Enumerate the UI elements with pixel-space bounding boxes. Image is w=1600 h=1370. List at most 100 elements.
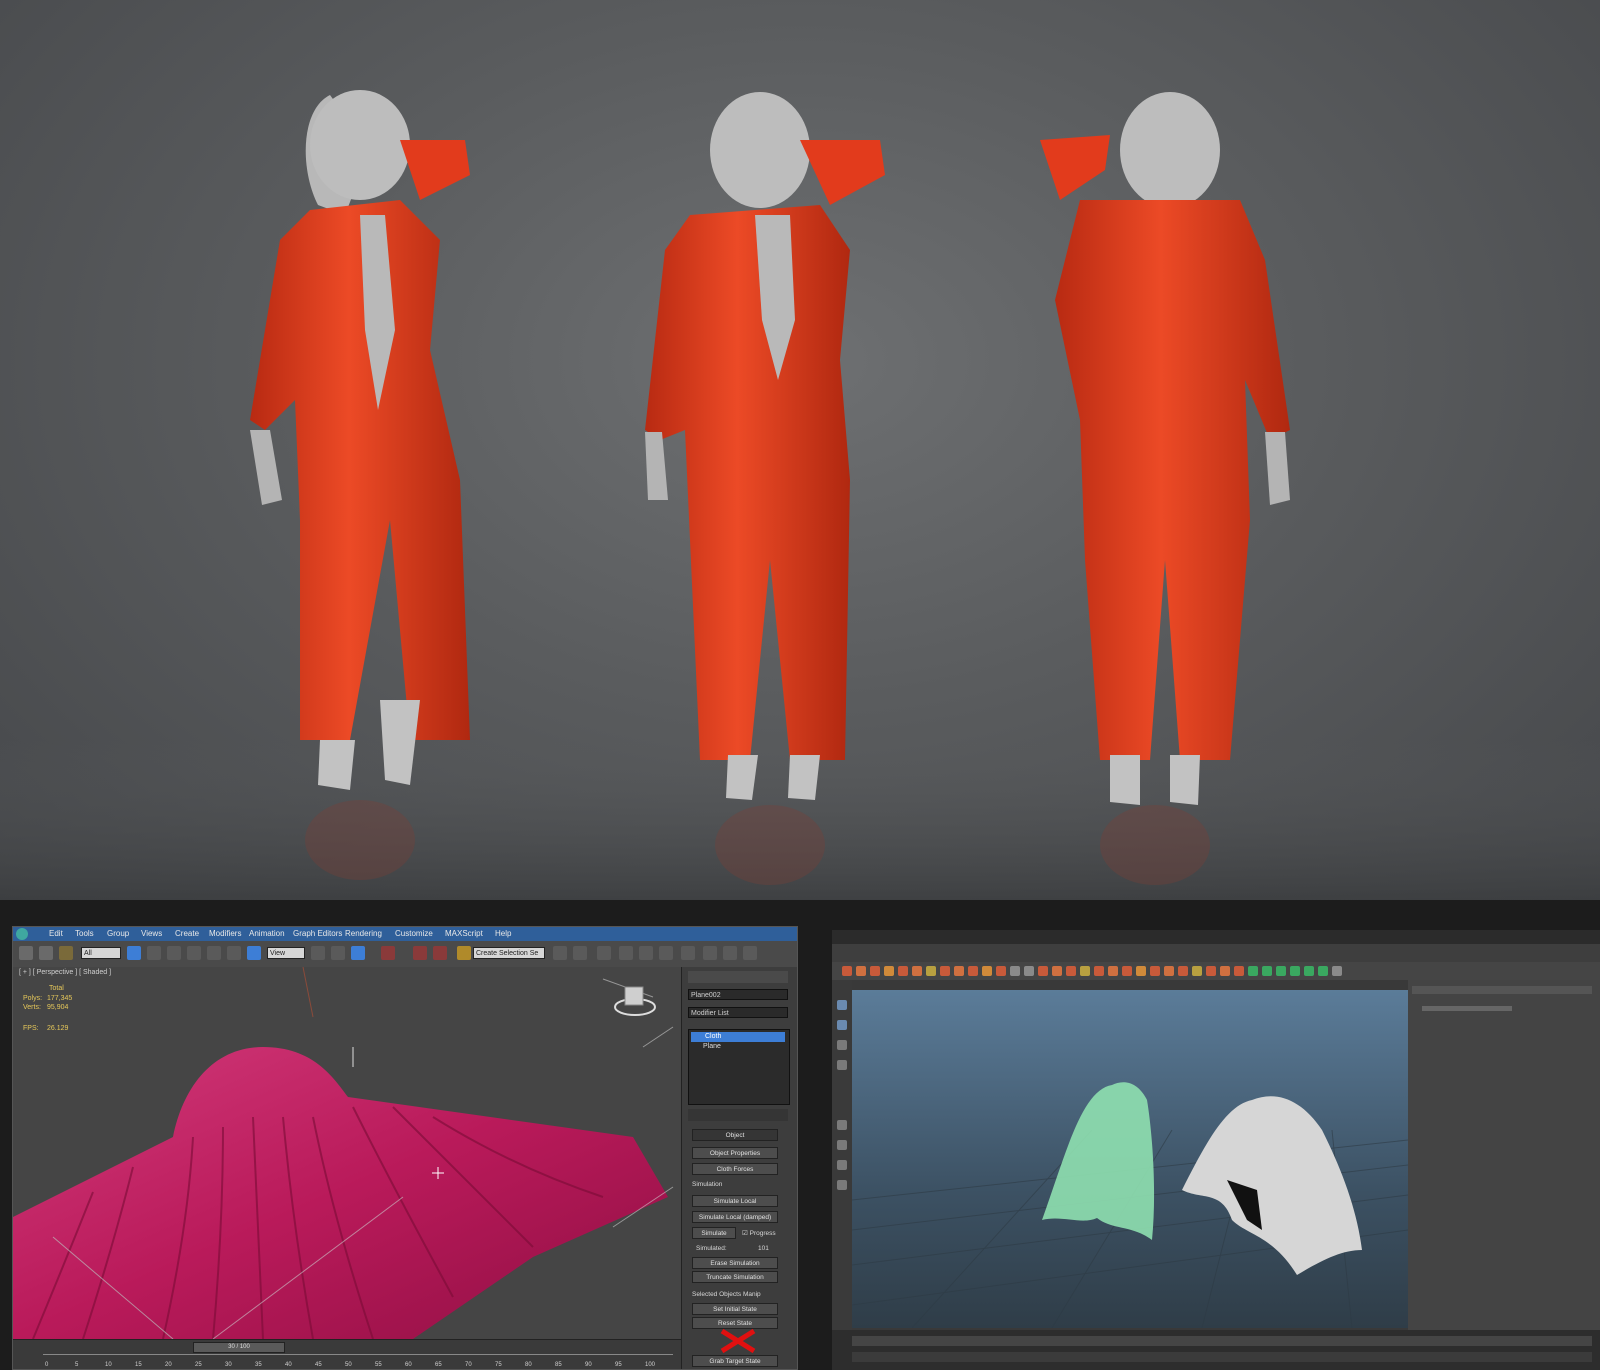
rendered-frame-window-icon[interactable] — [723, 946, 737, 960]
selection-filter-dropdown[interactable]: All — [81, 947, 121, 959]
menu-create[interactable]: Create — [175, 927, 199, 941]
shelf-icon[interactable] — [940, 966, 950, 976]
menu-animation[interactable]: Animation — [249, 927, 285, 941]
window-crossing-icon[interactable] — [187, 946, 201, 960]
menu-customize[interactable]: Customize — [395, 927, 433, 941]
shelf-icon[interactable] — [1052, 966, 1062, 976]
object-name-field[interactable]: Plane002 — [688, 989, 788, 1000]
unlink-icon[interactable] — [39, 946, 53, 960]
erase-simulation-button[interactable]: Erase Simulation — [692, 1257, 778, 1269]
shelf-icon[interactable] — [1290, 966, 1300, 976]
pivot-center-icon[interactable] — [311, 946, 325, 960]
shelf-icon[interactable] — [1024, 966, 1034, 976]
maya-viewport[interactable] — [852, 990, 1408, 1328]
shelf-icon[interactable] — [856, 966, 866, 976]
shelf-icon[interactable] — [870, 966, 880, 976]
scale-icon[interactable] — [247, 946, 261, 960]
shelf-icon[interactable] — [1108, 966, 1118, 976]
track-bar[interactable] — [43, 1354, 673, 1355]
shelf-icon[interactable] — [912, 966, 922, 976]
attribute-field[interactable] — [1422, 1006, 1512, 1011]
angle-snap-icon[interactable] — [413, 946, 427, 960]
shelf-icon[interactable] — [1094, 966, 1104, 976]
shelf-icon[interactable] — [996, 966, 1006, 976]
attribute-editor-tabs[interactable] — [1412, 986, 1592, 994]
mirror-icon[interactable] — [553, 946, 567, 960]
tool-icon[interactable] — [837, 1040, 847, 1050]
schematic-view-icon[interactable] — [659, 946, 673, 960]
grab-target-state-button[interactable]: Grab Target State — [692, 1355, 778, 1367]
rotate-icon[interactable] — [227, 946, 241, 960]
menu-tools[interactable]: Tools — [75, 927, 94, 941]
maya-menu-bar[interactable] — [832, 930, 1600, 944]
named-selection-set-dropdown[interactable]: Create Selection Se — [473, 947, 545, 959]
green-cloth-object[interactable] — [1042, 1082, 1155, 1240]
tool-icon[interactable] — [837, 1180, 847, 1190]
curve-editor-icon[interactable] — [639, 946, 653, 960]
keyboard-shortcut-override-icon[interactable] — [351, 946, 365, 960]
tool-icon[interactable] — [837, 1160, 847, 1170]
shelf-icon[interactable] — [982, 966, 992, 976]
graphite-ribbon-icon[interactable] — [619, 946, 633, 960]
maya-time-slider[interactable] — [832, 1330, 1600, 1370]
shelf-icon[interactable] — [1304, 966, 1314, 976]
percent-snap-icon[interactable] — [433, 946, 447, 960]
shelf-icon[interactable] — [954, 966, 964, 976]
tool-icon[interactable] — [837, 1020, 847, 1030]
menu-help[interactable]: Help — [495, 927, 511, 941]
menu-edit[interactable]: Edit — [49, 927, 63, 941]
time-slider-track[interactable] — [852, 1336, 1592, 1346]
object-rollout-title[interactable]: Object — [692, 1129, 778, 1141]
menu-maxscript[interactable]: MAXScript — [445, 927, 483, 941]
menu-rendering[interactable]: Rendering — [345, 927, 382, 941]
select-by-name-icon[interactable] — [147, 946, 161, 960]
set-initial-state-button[interactable]: Set Initial State — [692, 1303, 778, 1315]
timeline[interactable]: 30 / 100 0 5 10 15 20 25 30 35 40 45 50 … — [13, 1339, 681, 1369]
progress-checkbox[interactable]: ☑ Progress — [742, 1229, 776, 1237]
edit-named-selection-icon[interactable] — [457, 946, 471, 960]
snaps-toggle-icon[interactable] — [381, 946, 395, 960]
app-logo-icon[interactable] — [16, 928, 28, 940]
menu-modifiers[interactable]: Modifiers — [209, 927, 241, 941]
modifier-stack-item-plane[interactable]: Plane — [703, 1043, 721, 1050]
shelf-icon[interactable] — [1164, 966, 1174, 976]
shelf-icon[interactable] — [1220, 966, 1230, 976]
rectangular-selection-icon[interactable] — [167, 946, 181, 960]
modifier-list-dropdown[interactable]: Modifier List — [688, 1007, 788, 1018]
maya-status-line[interactable] — [832, 944, 1600, 962]
modifier-stack-item-cloth[interactable]: Cloth — [691, 1032, 785, 1042]
shelf-icon[interactable] — [842, 966, 852, 976]
simulate-local-damped-button[interactable]: Simulate Local (damped) — [692, 1211, 778, 1223]
object-properties-button[interactable]: Object Properties — [692, 1147, 778, 1159]
shelf-icon[interactable] — [1122, 966, 1132, 976]
shelf-icon[interactable] — [1038, 966, 1048, 976]
ref-coord-dropdown[interactable]: View — [267, 947, 305, 959]
menu-group[interactable]: Group — [107, 927, 129, 941]
render-setup-icon[interactable] — [703, 946, 717, 960]
command-panel-tabs[interactable] — [688, 971, 788, 983]
shelf-icon[interactable] — [1150, 966, 1160, 976]
shelf-icon[interactable] — [1248, 966, 1258, 976]
simulate-button[interactable]: Simulate — [692, 1227, 736, 1239]
perspective-viewport[interactable]: [ + ] [ Perspective ] [ Shaded ] Total P… — [13, 967, 681, 1339]
link-icon[interactable] — [19, 946, 33, 960]
bind-space-warp-icon[interactable] — [59, 946, 73, 960]
shelf-icon[interactable] — [926, 966, 936, 976]
shelf-icon[interactable] — [1332, 966, 1342, 976]
time-slider[interactable]: 30 / 100 — [193, 1342, 285, 1353]
tool-icon[interactable] — [837, 1120, 847, 1130]
render-production-icon[interactable] — [743, 946, 757, 960]
shelf-icon[interactable] — [1080, 966, 1090, 976]
shelf-icon[interactable] — [1318, 966, 1328, 976]
shelf-icon[interactable] — [1066, 966, 1076, 976]
tool-icon[interactable] — [837, 1000, 847, 1010]
shelf-icon[interactable] — [1178, 966, 1188, 976]
move-icon[interactable] — [207, 946, 221, 960]
stack-controls[interactable] — [688, 1109, 788, 1121]
menu-graph-editors[interactable]: Graph Editors — [293, 927, 342, 941]
shelf-icon[interactable] — [898, 966, 908, 976]
tool-icon[interactable] — [837, 1060, 847, 1070]
shelf-icon[interactable] — [1192, 966, 1202, 976]
shelf-icon[interactable] — [1262, 966, 1272, 976]
align-icon[interactable] — [573, 946, 587, 960]
